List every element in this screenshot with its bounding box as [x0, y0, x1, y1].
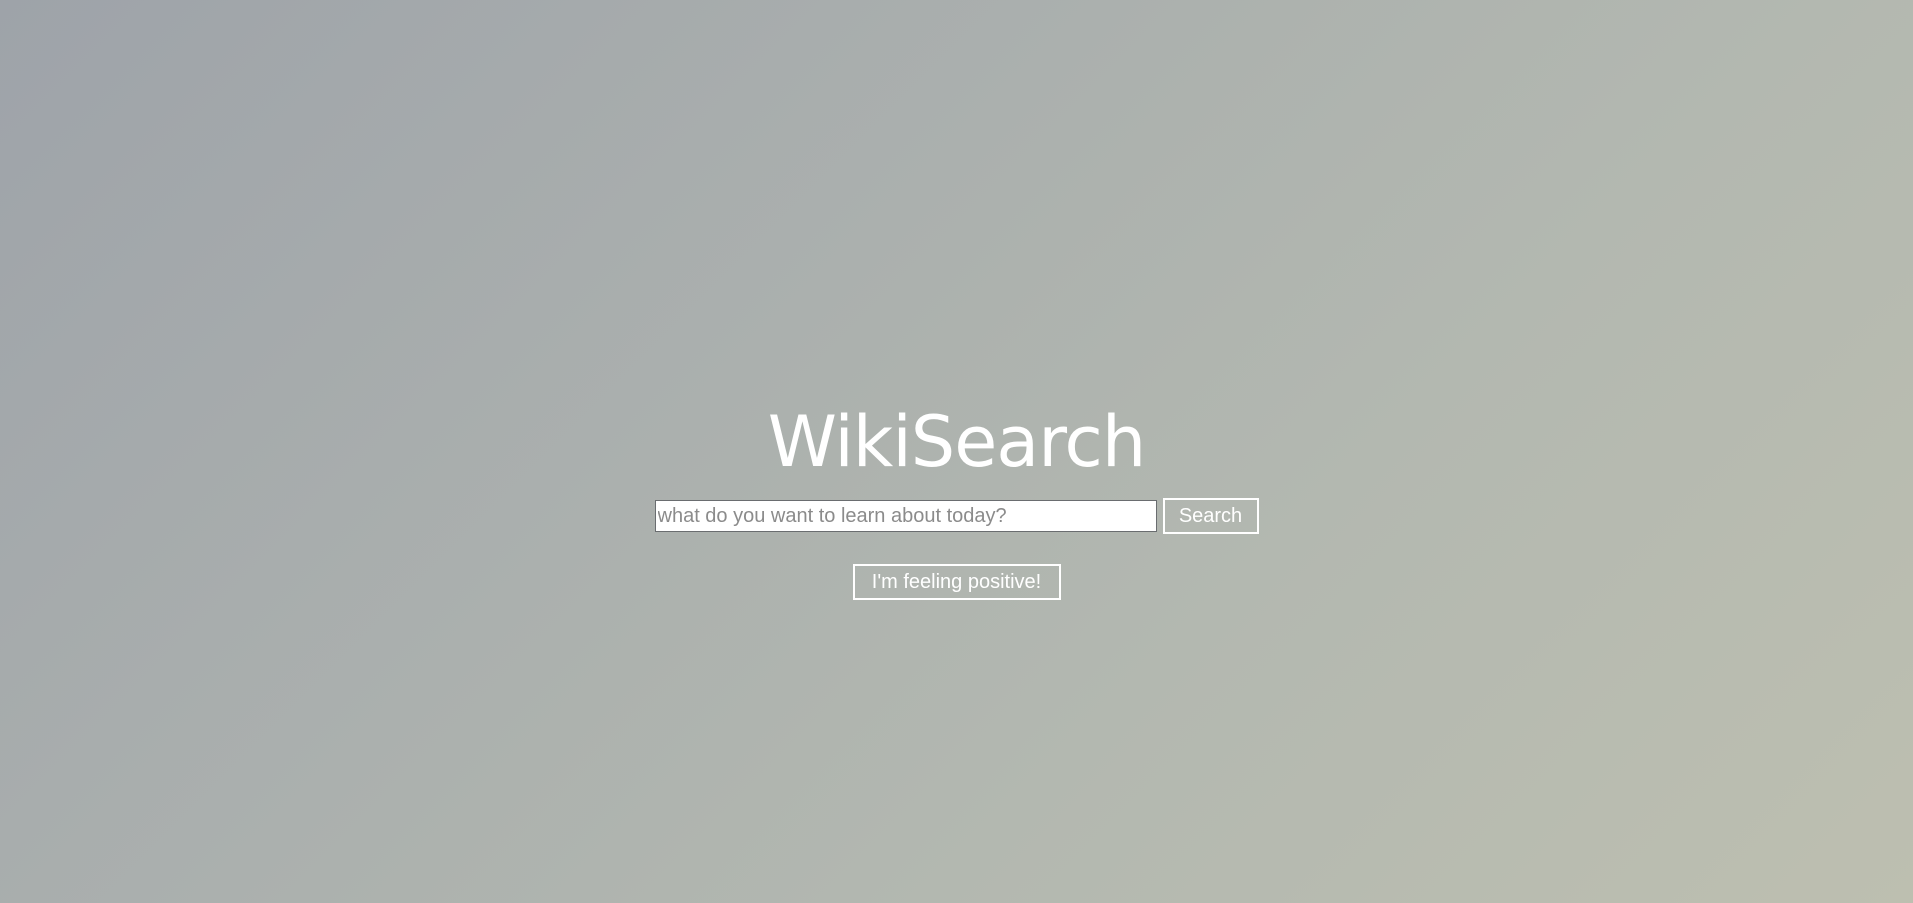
search-row: Search: [0, 498, 1913, 534]
main-content: WikiSearch Search I'm feeling positive!: [0, 400, 1913, 600]
search-button[interactable]: Search: [1162, 498, 1259, 534]
feeling-positive-button[interactable]: I'm feeling positive!: [852, 564, 1061, 600]
feeling-positive-row: I'm feeling positive!: [0, 564, 1913, 600]
search-input[interactable]: [654, 500, 1157, 532]
page-title: WikiSearch: [767, 401, 1147, 483]
